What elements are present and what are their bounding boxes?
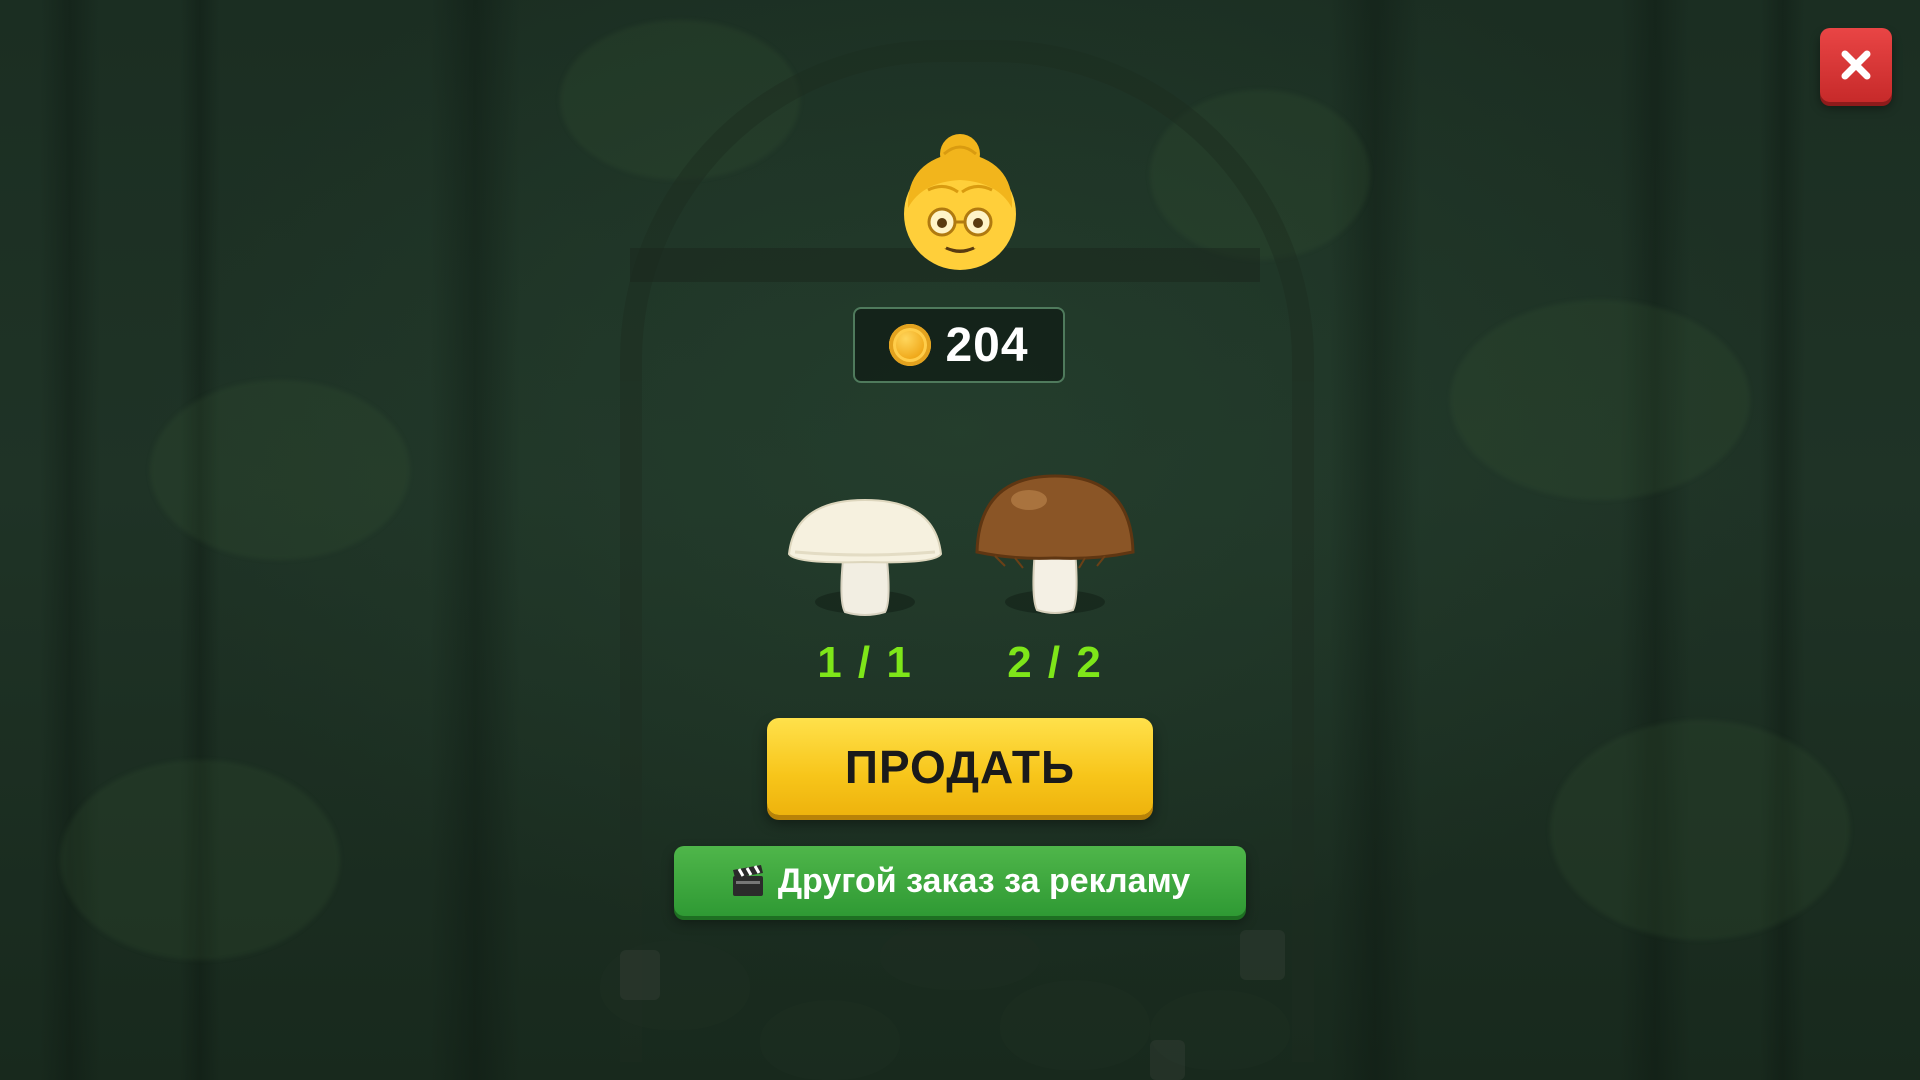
brown-mushroom-count: 2 / 2 bbox=[1007, 638, 1103, 687]
watch-ad-label: Другой заказ за рекламу bbox=[777, 861, 1191, 900]
close-x-icon bbox=[1841, 50, 1871, 80]
old-woman-emoji bbox=[904, 134, 1016, 270]
white-mushroom-count: 1 / 1 bbox=[817, 638, 913, 687]
coin-balance: 204 bbox=[853, 307, 1065, 383]
watch-ad-new-order-button[interactable]: Другой заказ за рекламу bbox=[674, 846, 1246, 916]
clapperboard-icon bbox=[730, 864, 766, 898]
close-button[interactable] bbox=[1820, 28, 1892, 102]
white-mushroom-icon bbox=[787, 498, 943, 616]
coin-value: 204 bbox=[945, 318, 1029, 372]
gold-coin-icon bbox=[889, 324, 932, 366]
sell-button[interactable]: ПРОДАТЬ bbox=[767, 718, 1153, 815]
brown-mushroom-icon bbox=[975, 474, 1135, 614]
